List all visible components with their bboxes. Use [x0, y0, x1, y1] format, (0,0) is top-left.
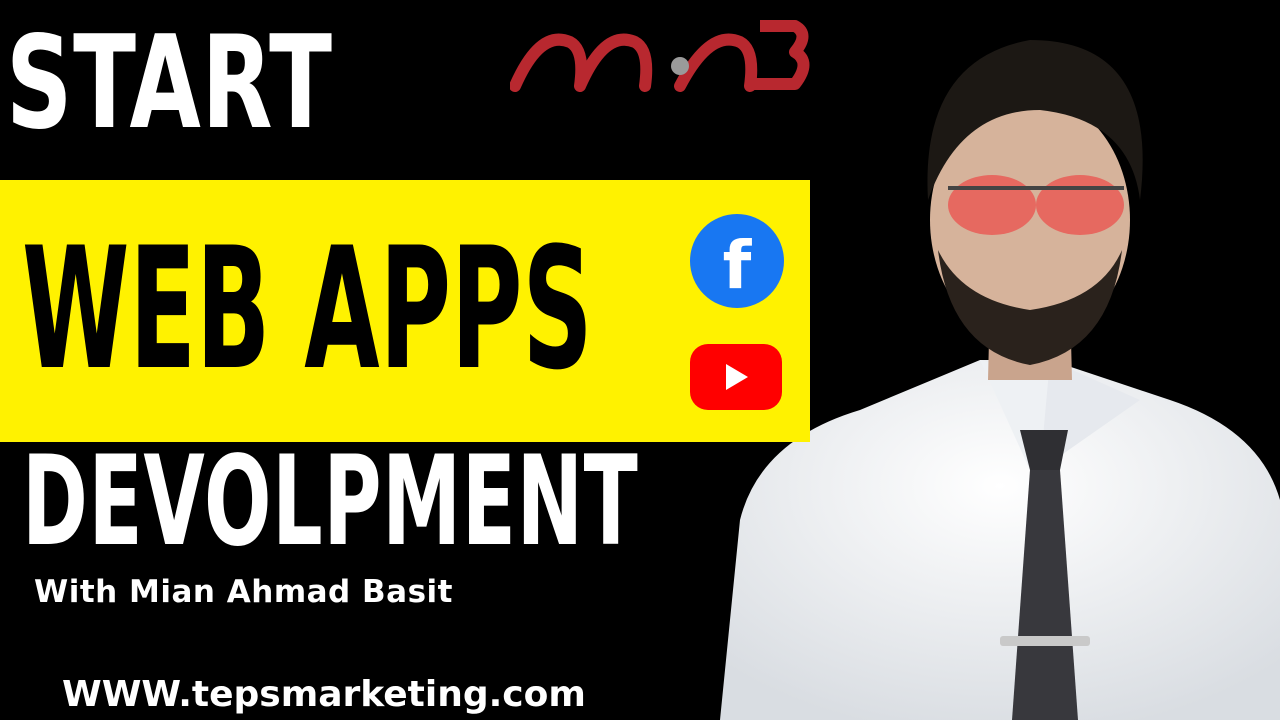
headline-start: START	[6, 9, 333, 158]
youtube-icon	[690, 344, 782, 410]
thumbnail: START WEB APPS f DEVOLPMENT With Mian Ah…	[0, 0, 1280, 720]
presenter-subtitle: With Mian Ahmad Basit	[34, 574, 453, 610]
website-url: WWW.tepsmarketing.com	[62, 674, 586, 715]
headline-web-apps: WEB APPS	[22, 211, 593, 407]
facebook-icon: f	[690, 214, 784, 308]
youtube-play-glyph	[726, 364, 748, 390]
headline-devolpment: DEVOLPMENT	[22, 430, 639, 574]
facebook-f-glyph: f	[722, 227, 752, 304]
mab-logo	[510, 20, 810, 92]
